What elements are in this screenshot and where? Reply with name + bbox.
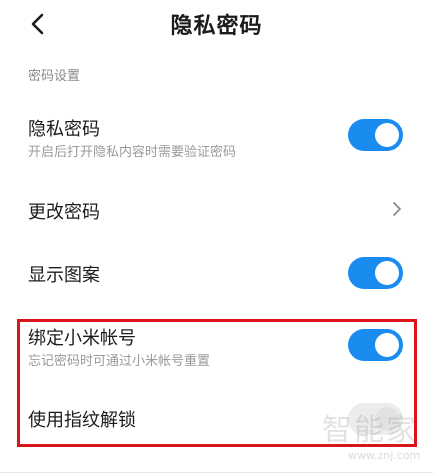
show-pattern-label: 显示图案	[28, 265, 100, 286]
change-password-label: 更改密码	[28, 202, 100, 223]
fingerprint-unlock-label: 使用指纹解锁	[28, 410, 136, 431]
fingerprint-unlock-row[interactable]: 使用指纹解锁	[0, 396, 433, 442]
bind-mi-account-row[interactable]: 绑定小米帐号 忘记密码时可通过小米帐号重置	[0, 322, 433, 380]
show-pattern-row[interactable]: 显示图案	[0, 250, 433, 296]
bind-mi-account-label: 绑定小米帐号	[28, 328, 136, 349]
toggle-knob	[375, 261, 399, 285]
privacy-password-row[interactable]: 隐私密码 开启后打开隐私内容时需要验证密码	[0, 108, 433, 164]
divider	[0, 472, 433, 473]
bind-mi-account-description: 忘记密码时可通过小米帐号重置	[28, 354, 211, 369]
bind-mi-account-toggle[interactable]	[348, 329, 403, 361]
change-password-row[interactable]: 更改密码	[0, 186, 433, 232]
privacy-password-toggle[interactable]	[348, 119, 403, 151]
page-title: 隐私密码	[170, 14, 263, 39]
show-pattern-toggle[interactable]	[348, 257, 403, 289]
toggle-knob	[375, 123, 399, 147]
privacy-password-description: 开启后打开隐私内容时需要验证密码	[28, 145, 237, 160]
section-header: 密码设置	[28, 69, 81, 84]
toggle-knob	[375, 407, 399, 431]
watermark-url: www.znj.com	[348, 449, 421, 462]
privacy-password-label: 隐私密码	[28, 119, 100, 140]
top-bar: 隐私密码	[0, 0, 433, 48]
toggle-knob	[375, 333, 399, 357]
fingerprint-unlock-toggle[interactable]	[348, 403, 403, 435]
chevron-right-icon	[393, 202, 401, 216]
